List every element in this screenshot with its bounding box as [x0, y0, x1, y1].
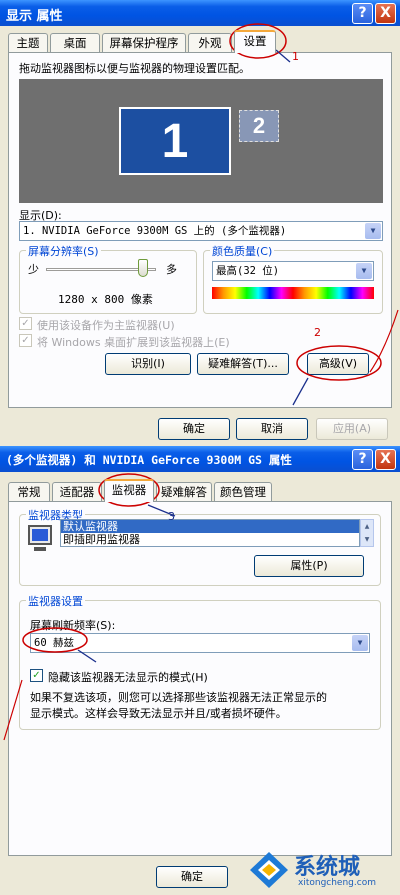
monitor-arrangement-area: 1 2: [19, 79, 383, 203]
tab-color-management[interactable]: 颜色管理: [214, 482, 272, 502]
color-quality-group-title: 颜色质量(C): [210, 243, 275, 259]
display-properties-dialog: 显示 属性 ? X 主题 桌面 屏幕保护程序 外观 设置 拖动监视器图标以便与监…: [0, 0, 400, 444]
color-quality-group: 颜色质量(C) 最高(32 位) ▼: [203, 243, 383, 314]
watermark-url: xitongcheng.com: [298, 878, 376, 888]
list-scrollbar[interactable]: ▲ ▼: [360, 519, 374, 547]
monitor-panel: 监视器类型 默认监视器 即插即用监视器 ▲ ▼ 属性(P) 监视器设置 屏幕刷新频…: [8, 501, 392, 856]
tab-settings[interactable]: 设置: [234, 30, 276, 53]
tab-monitor[interactable]: 监视器: [104, 479, 154, 502]
monitor-1-icon[interactable]: 1: [119, 107, 231, 175]
monitor-settings-group: 监视器设置 屏幕刷新频率(S): 60 赫兹 ▼ ✓ 隐藏该监视器无法显示的模式…: [19, 593, 381, 730]
color-sample-bar: [212, 287, 374, 299]
monitor-2-icon[interactable]: 2: [239, 110, 279, 142]
chevron-down-icon[interactable]: ▼: [365, 223, 381, 239]
title-bar: (多个监视器) 和 NVIDIA GeForce 9300M GS 属性 ? X: [0, 446, 400, 472]
primary-monitor-label: 使用该设备作为主监视器(U): [37, 319, 175, 332]
slider-max-label: 多: [166, 263, 177, 276]
resolution-value: 1280 x 800 像素: [58, 293, 153, 306]
display-select[interactable]: 1. NVIDIA GeForce 9300M GS 上的 (多个监视器) ▼: [19, 221, 383, 241]
chevron-down-icon[interactable]: ▼: [352, 635, 368, 651]
resolution-group: 屏幕分辨率(S) 少 多 1280 x 800 像素: [19, 243, 197, 314]
watermark-brand: 系统城: [294, 855, 361, 880]
annotation-label-1: 1: [292, 50, 299, 63]
monitor-listbox[interactable]: 默认监视器 即插即用监视器: [60, 519, 360, 547]
monitor-icon: [28, 525, 52, 545]
window-title: 显示 属性: [6, 9, 63, 24]
help-icon[interactable]: ?: [352, 449, 373, 470]
color-quality-value: 最高(32 位): [216, 265, 280, 277]
slider-min-label: 少: [28, 263, 39, 276]
hide-modes-checkbox[interactable]: ✓: [30, 669, 43, 682]
refresh-rate-label: 屏幕刷新频率(S):: [30, 619, 116, 632]
refresh-rate-value: 60 赫兹: [34, 637, 74, 649]
resolution-group-title: 屏幕分辨率(S): [26, 243, 101, 259]
tab-desktop[interactable]: 桌面: [50, 33, 100, 53]
hide-modes-label: 隐藏该监视器无法显示的模式(H): [48, 671, 208, 684]
troubleshoot-button[interactable]: 疑难解答(T)...: [197, 353, 289, 375]
help-icon[interactable]: ?: [352, 3, 373, 24]
ok-button[interactable]: 确定: [156, 866, 228, 888]
tab-troubleshoot[interactable]: 疑难解答: [156, 482, 212, 502]
list-item[interactable]: 即插即用监视器: [61, 533, 359, 546]
ok-button[interactable]: 确定: [158, 418, 230, 440]
resolution-slider-thumb[interactable]: [138, 259, 148, 277]
annotation-label-3: 3: [168, 510, 175, 523]
tab-appearance[interactable]: 外观: [188, 33, 232, 53]
color-quality-select[interactable]: 最高(32 位) ▼: [212, 261, 374, 281]
close-icon[interactable]: X: [375, 3, 396, 24]
hide-modes-help-line-1: 如果不复选该项，则您可以选择那些该监视器无法正常显示的: [30, 691, 327, 704]
extend-desktop-checkbox[interactable]: ✓: [19, 334, 32, 347]
chevron-down-icon[interactable]: ▼: [356, 263, 372, 279]
window-title: (多个监视器) 和 NVIDIA GeForce 9300M GS 属性: [6, 453, 292, 467]
apply-button[interactable]: 应用(A): [316, 418, 388, 440]
tab-adapter[interactable]: 适配器: [52, 482, 102, 502]
close-icon[interactable]: X: [375, 449, 396, 470]
monitor-type-group: 监视器类型 默认监视器 即插即用监视器 ▲ ▼ 属性(P): [19, 507, 381, 586]
advanced-button[interactable]: 高级(V): [307, 353, 369, 375]
extend-desktop-label: 将 Windows 桌面扩展到该监视器上(E): [37, 336, 230, 349]
display-select-value: 1. NVIDIA GeForce 9300M GS 上的 (多个监视器): [23, 225, 287, 237]
hide-modes-help-line-2: 显示模式。这样会导致无法显示并且/或者损坏硬件。: [30, 707, 287, 720]
identify-button[interactable]: 识别(I): [105, 353, 191, 375]
arrange-description: 拖动监视器图标以便与监视器的物理设置匹配。: [19, 62, 250, 75]
watermark: 系统城 xitongcheng.com: [248, 848, 398, 893]
brand-logo-icon: [250, 852, 288, 888]
monitor-settings-group-title: 监视器设置: [26, 593, 85, 609]
refresh-rate-select[interactable]: 60 赫兹 ▼: [30, 633, 370, 653]
tab-general[interactable]: 常规: [8, 482, 50, 502]
cancel-button[interactable]: 取消: [236, 418, 308, 440]
list-item[interactable]: 默认监视器: [61, 520, 359, 533]
tab-screensaver[interactable]: 屏幕保护程序: [102, 33, 186, 53]
tab-themes[interactable]: 主题: [8, 33, 48, 53]
annotation-label-2: 2: [314, 326, 321, 339]
properties-button[interactable]: 属性(P): [254, 555, 364, 577]
primary-monitor-checkbox[interactable]: ✓: [19, 317, 32, 330]
settings-panel: 拖动监视器图标以便与监视器的物理设置匹配。 1 2 显示(D): 1. NVID…: [8, 52, 392, 408]
title-bar: 显示 属性 ? X: [0, 0, 400, 26]
monitor-properties-dialog: (多个监视器) 和 NVIDIA GeForce 9300M GS 属性 ? X…: [0, 446, 400, 895]
